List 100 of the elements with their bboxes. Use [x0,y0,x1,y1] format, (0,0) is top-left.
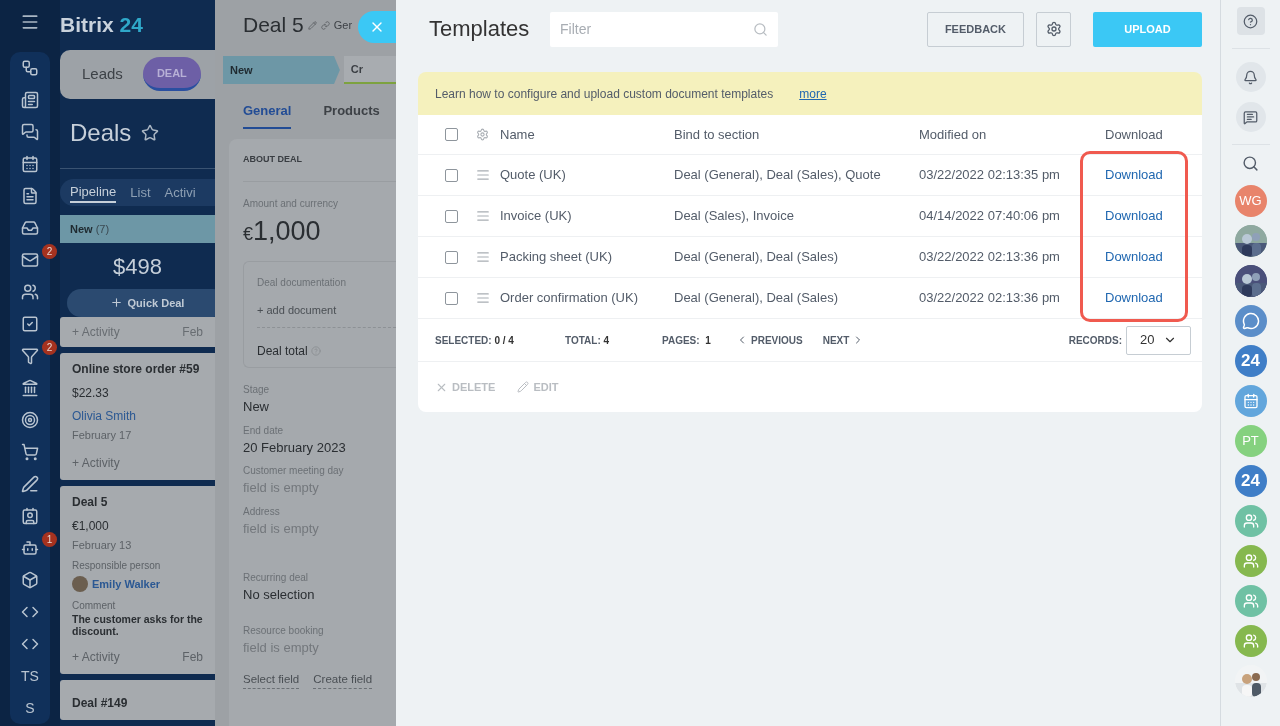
nav-item[interactable]: TS [10,660,50,692]
cart-icon[interactable] [21,443,39,461]
field-value: 20 February 2023 [243,438,347,457]
checkbox[interactable] [445,291,458,305]
mail-icon[interactable] [21,251,39,269]
download-link[interactable]: Download [1105,288,1163,308]
chat-icon [1243,109,1258,125]
tab[interactable]: Products [323,101,380,121]
deal-card[interactable]: + Activity Feb [60,316,215,347]
activity-link[interactable]: + Activity [72,322,120,341]
table-cell-text: Deal (General), Deal (Sales) [674,289,839,308]
drag-handle-icon[interactable] [476,250,490,264]
task-icon[interactable] [21,315,39,333]
filter-field[interactable]: Filter [550,11,778,47]
nodes-icon[interactable] [21,59,39,77]
group-chat-avatar[interactable] [1234,305,1267,337]
inbox-icon[interactable] [21,219,39,237]
download-link[interactable]: Download [1105,206,1163,226]
field-label: Amount and currency [243,196,340,211]
checkbox[interactable] [445,168,458,182]
checkbox[interactable] [445,209,458,223]
column-header[interactable]: Modified on [919,124,1089,145]
news-icon[interactable] [21,91,39,109]
people-icon [1242,593,1259,609]
deal-card[interactable]: Deal #149 [60,680,215,720]
target-icon[interactable] [21,411,39,429]
column-header[interactable]: Name [496,124,674,145]
stage-step[interactable]: New [223,56,340,84]
drag-handle-icon[interactable] [476,291,490,305]
tab[interactable]: General [243,101,292,129]
view-tab[interactable]: Activi [164,182,196,203]
panel-title: Templates [429,15,530,43]
drag-handle-icon[interactable] [476,168,490,182]
deal-card[interactable]: Online store order #59 $22.33 Olivia Smith February 17 + Activity [60,352,215,480]
quick-deal-button[interactable]: Quick Deal [67,288,215,317]
deal-card[interactable]: Deal 5 €1,000 February 13 Responsible person Emily Walker Comment The customer asks for the discount. + Activity Feb [60,485,215,675]
people-icon[interactable] [21,283,39,301]
person-link[interactable]: Emily Walker [92,576,161,593]
menu-icon[interactable] [20,12,40,32]
search-icon[interactable] [1242,155,1259,172]
filter-icon[interactable] [21,347,39,365]
tab[interactable]: Leads [82,63,123,86]
settings-icon [1045,21,1062,37]
settings-button[interactable] [1036,11,1071,47]
download-link[interactable]: Download [1105,165,1163,185]
chat-avatar[interactable]: 24 [1234,465,1267,497]
chat-avatar[interactable]: 24 [1234,345,1267,377]
contact-card-icon[interactable] [21,507,39,525]
category-label[interactable]: Ger [333,16,353,34]
activity-link[interactable]: + Activity [72,453,215,472]
star-icon[interactable] [141,124,160,143]
avatar[interactable]: WG [1234,185,1267,217]
avatar-icon [72,576,88,593]
pages-count: PAGES: 1 [662,333,712,348]
column-header[interactable]: Bind to section [674,124,919,145]
stage-step[interactable]: Cr [343,56,396,84]
calendar-icon[interactable] [21,155,39,173]
checkbox[interactable] [445,128,458,141]
feedback-button[interactable]: FEEDBACK [926,11,1024,47]
table-cell-text: 03/22/2022 02:13:36 pm [919,248,1061,267]
records-select[interactable]: 20 [1126,325,1191,355]
activity-link[interactable]: + Activity [72,648,120,667]
calendar-avatar[interactable] [1234,385,1267,417]
view-tab[interactable]: List [130,182,151,203]
help-button[interactable] [1236,7,1265,35]
drag-handle-icon[interactable] [476,209,490,223]
notifications-button[interactable] [1235,62,1266,92]
field-label: Stage [243,383,271,397]
chat-icon[interactable] [21,123,39,141]
checkbox[interactable] [445,250,458,264]
field-link[interactable]: Create field [313,671,373,690]
tab[interactable]: DEAL [142,57,201,92]
logo[interactable]: Bitrix 24 [60,0,215,50]
card-date: Feb [182,649,203,667]
field-link[interactable]: Select field [243,671,300,690]
messages-button[interactable] [1235,102,1266,132]
deal-title: Deal 5 [243,12,304,39]
view-tab[interactable]: Pipeline [70,181,117,204]
records-label: RECORDS: [1068,333,1122,348]
cube-icon[interactable] [21,571,39,589]
more-link[interactable]: more [799,84,827,103]
table-cell-text: 04/14/2022 07:40:06 pm [919,207,1061,226]
next-button[interactable]: NEXT [822,332,865,348]
signature-icon[interactable] [21,475,39,493]
amount-value: €1,000 [243,214,322,248]
bank-icon[interactable] [21,379,39,397]
client-link[interactable]: Olivia Smith [72,406,215,425]
banner-text: Learn how to configure and upload custom document templates [435,85,774,103]
field-value: No selection [243,586,316,604]
help-icon [1243,13,1258,29]
selected-count: SELECTED: 0 / 4 [435,333,515,348]
count-badge: 2 [42,244,57,259]
nav-item[interactable]: S [10,692,50,724]
previous-button[interactable]: PREVIOUS [736,332,803,348]
column-header[interactable]: Download [1089,124,1202,145]
people-icon [1242,513,1259,529]
robot-icon[interactable] [21,539,39,557]
document-icon[interactable] [21,187,39,205]
table-cell-text: Deal (Sales), Invoice [674,207,795,226]
download-link[interactable]: Download [1105,247,1163,267]
